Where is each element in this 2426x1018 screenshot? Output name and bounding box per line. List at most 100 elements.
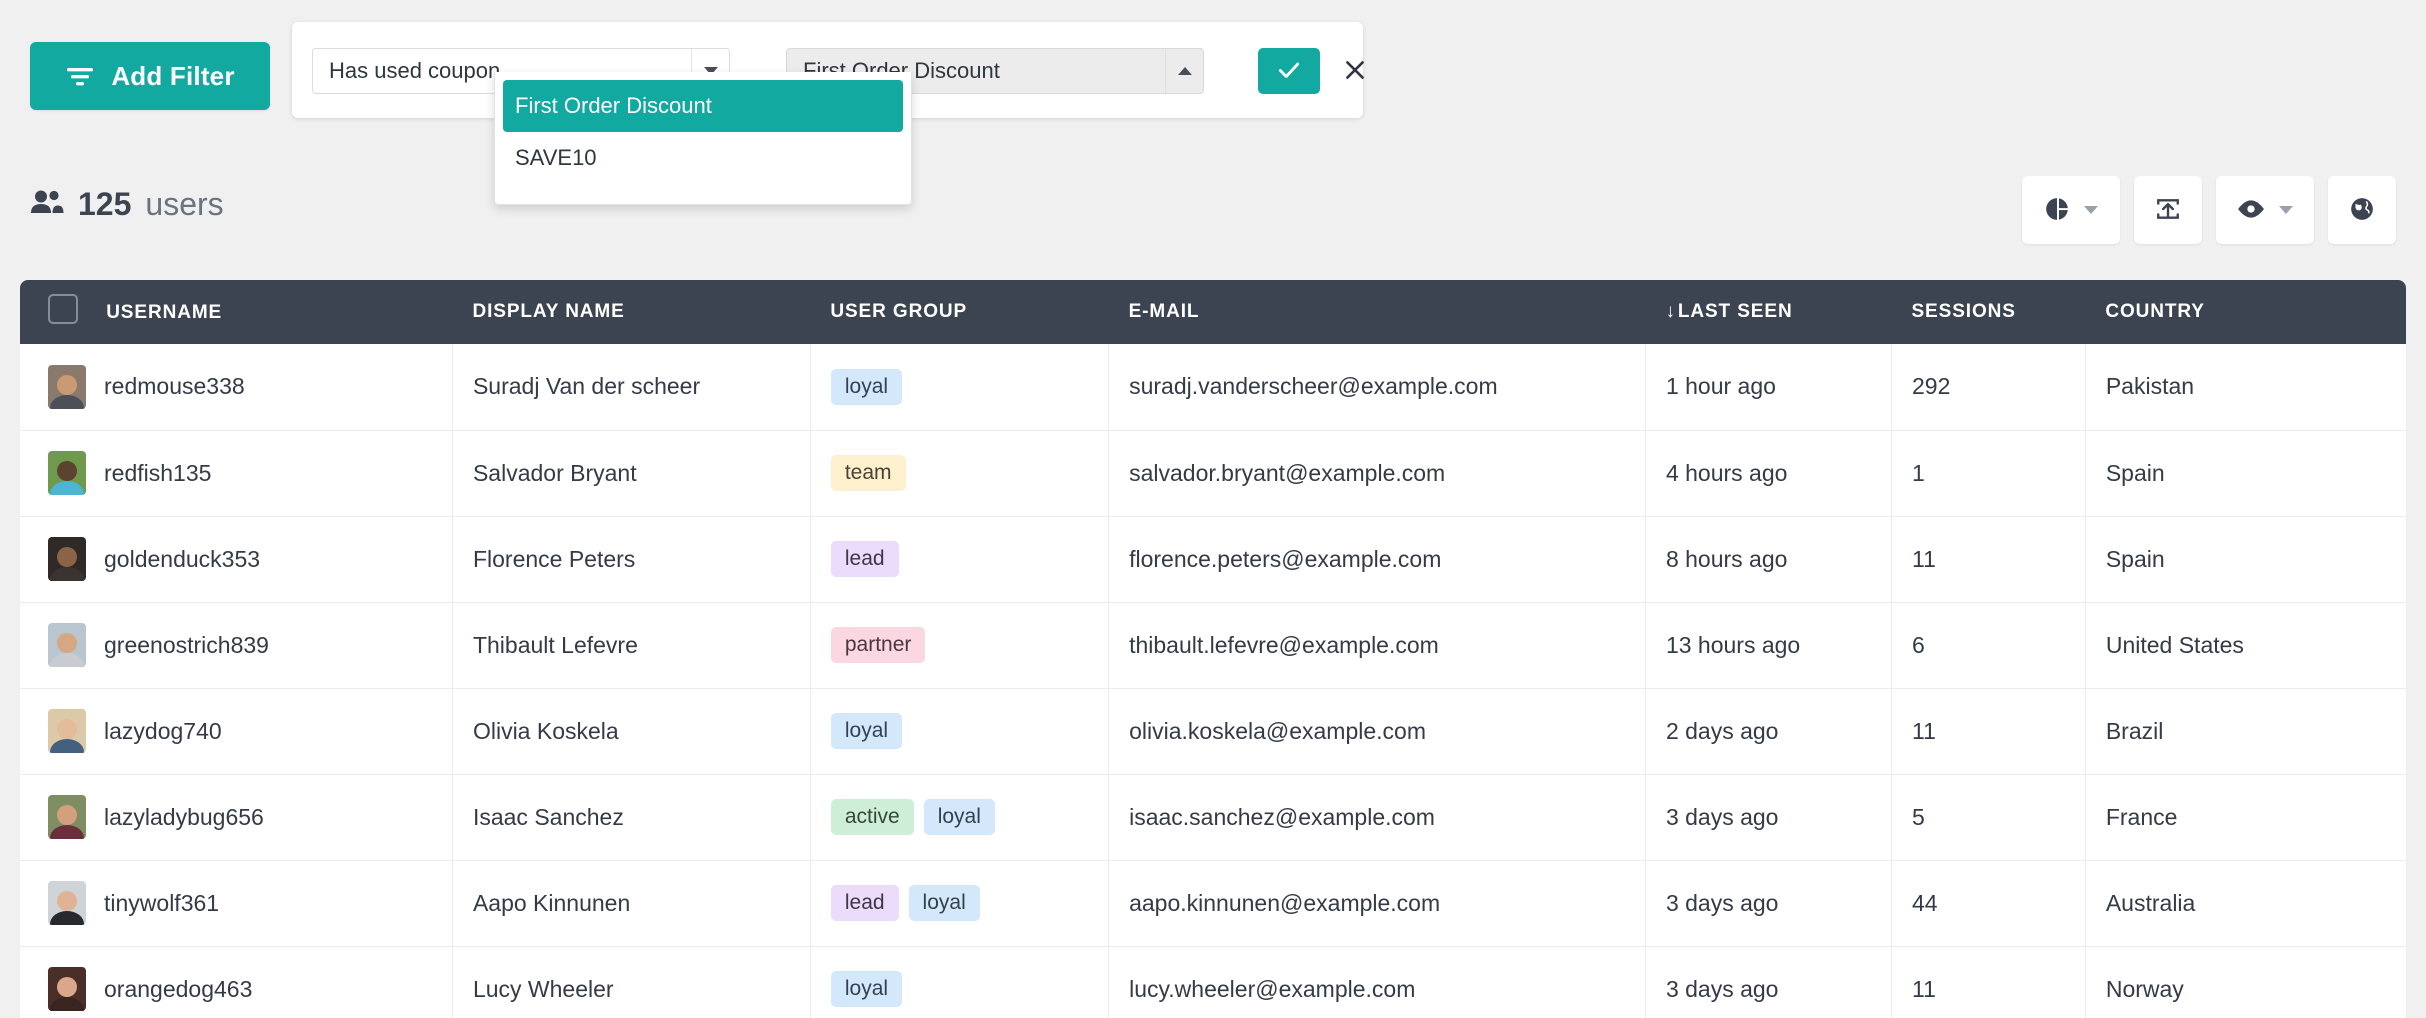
username-text: redmouse338 [104, 373, 245, 400]
cell-last-seen: 1 hour ago [1645, 344, 1892, 431]
username-text: lazydog740 [104, 717, 222, 744]
filter-value-dropdown: First Order Discount SAVE10 [494, 72, 912, 205]
chevron-down-icon [2279, 206, 2293, 214]
visibility-button[interactable] [2216, 176, 2314, 244]
user-count-noun: users [145, 186, 224, 222]
cell-country: United States [2085, 602, 2406, 689]
apply-filter-button[interactable] [1258, 48, 1320, 94]
cell-sessions: 11 [1891, 946, 2086, 1018]
cell-username: greenostrich839 [20, 602, 453, 689]
column-header-last-seen[interactable]: ↓ LAST SEEN [1645, 280, 1892, 344]
column-header-user-group[interactable]: USER GROUP [810, 280, 1109, 344]
avatar [48, 451, 86, 495]
cell-country: Norway [2085, 946, 2406, 1018]
table-header-row: USERNAME DISPLAY NAME USER GROUP E-MAIL … [20, 280, 2406, 344]
avatar [48, 537, 86, 581]
filter-icon [65, 64, 95, 88]
cell-country: France [2085, 774, 2406, 861]
chevron-down-icon [2084, 206, 2098, 214]
cell-email: salvador.bryant@example.com [1108, 430, 1646, 517]
table-row[interactable]: redfish135 Salvador Bryant team salvador.br… [20, 430, 2406, 517]
cell-email: lucy.wheeler@example.com [1108, 946, 1646, 1018]
avatar [48, 709, 86, 753]
table-row[interactable]: tinywolf361 Aapo Kinnunen lead loyal aapo.ki… [20, 860, 2406, 947]
select-all-checkbox[interactable] [48, 294, 78, 324]
globe-icon [2349, 196, 2375, 225]
column-header-country[interactable]: COUNTRY [2085, 280, 2406, 344]
export-button[interactable] [2134, 176, 2202, 244]
filter-option-label: SAVE10 [515, 145, 597, 170]
table-row[interactable]: lazydog740 Olivia Koskela loyal olivia.kosk… [20, 688, 2406, 775]
cell-user-group: loyal [810, 688, 1110, 775]
avatar [48, 623, 86, 667]
view-toolbar [2022, 176, 2396, 244]
cell-user-group: active loyal [810, 774, 1110, 861]
cell-user-group: loyal [810, 344, 1110, 431]
avatar [48, 881, 86, 925]
table-row[interactable]: greenostrich839 Thibault Lefevre partner th… [20, 602, 2406, 689]
filter-bar: Add Filter Has used coupon First Order D… [0, 0, 2426, 205]
table-row[interactable]: redmouse338 Suradj Van der scheer loyal sur… [20, 344, 2406, 431]
cell-username: lazydog740 [20, 688, 453, 775]
users-icon [30, 189, 64, 220]
cell-display-name: Thibault Lefevre [452, 602, 811, 689]
user-group-badge: loyal [830, 368, 903, 405]
user-group-badge: loyal [923, 798, 995, 836]
username-text: orangedog463 [104, 975, 253, 1002]
cell-username: tinywolf361 [20, 860, 453, 947]
column-header-email[interactable]: E-MAIL [1108, 280, 1646, 344]
cell-country: Spain [2085, 516, 2406, 603]
user-group-badge: lead [830, 540, 899, 578]
user-group-badge: active [830, 798, 914, 836]
remove-filter-button[interactable] [1332, 48, 1378, 94]
table-row[interactable]: orangedog463 Lucy Wheeler loyal lucy.wheele… [20, 946, 2406, 1018]
cell-display-name: Salvador Bryant [452, 430, 811, 517]
column-header-username[interactable]: USERNAME [20, 280, 453, 344]
column-header-sessions[interactable]: SESSIONS [1891, 280, 2086, 344]
cell-display-name: Aapo Kinnunen [452, 860, 811, 947]
filter-option-first-order-discount[interactable]: First Order Discount [503, 80, 903, 132]
cell-country: Spain [2085, 430, 2406, 517]
pie-chart-icon [2044, 196, 2070, 225]
cell-sessions: 11 [1891, 688, 2086, 775]
table-row[interactable]: lazyladybug656 Isaac Sanchez active loyal is… [20, 774, 2406, 861]
user-count-number: 125 [78, 186, 132, 222]
export-icon [2155, 196, 2181, 225]
sort-descending-icon: ↓ [1665, 301, 1676, 322]
cell-email: florence.peters@example.com [1108, 516, 1646, 603]
close-icon [1342, 57, 1368, 86]
cell-sessions: 292 [1891, 344, 2086, 431]
table-header: USERNAME DISPLAY NAME USER GROUP E-MAIL … [20, 280, 2406, 344]
cell-display-name: Olivia Koskela [452, 688, 811, 775]
add-filter-button[interactable]: Add Filter [30, 42, 270, 110]
avatar [48, 967, 86, 1011]
cell-user-group: loyal [810, 946, 1110, 1018]
column-header-display-name[interactable]: DISPLAY NAME [452, 280, 811, 344]
username-text: lazyladybug656 [104, 803, 264, 830]
table-row[interactable]: goldenduck353 Florence Peters lead florence… [20, 516, 2406, 603]
cell-username: goldenduck353 [20, 516, 453, 603]
username-text: tinywolf361 [104, 889, 220, 916]
cell-user-group: partner [810, 602, 1110, 689]
username-text: goldenduck353 [104, 545, 261, 572]
globe-button[interactable] [2328, 176, 2396, 244]
cell-country: Australia [2085, 860, 2406, 947]
cell-last-seen: 2 days ago [1645, 688, 1892, 775]
cell-last-seen: 13 hours ago [1645, 602, 1892, 689]
cell-email: thibault.lefevre@example.com [1108, 602, 1646, 689]
table-body: redmouse338 Suradj Van der scheer loyal sur… [20, 344, 2406, 1018]
eye-icon [2237, 199, 2265, 222]
cell-sessions: 6 [1891, 602, 2086, 689]
cell-user-group: lead loyal [810, 860, 1110, 947]
cell-username: redmouse338 [20, 344, 453, 431]
filter-option-save10[interactable]: SAVE10 [503, 132, 903, 184]
filter-value-dropdown-toggle[interactable] [1165, 49, 1203, 93]
chart-button[interactable] [2022, 176, 2120, 244]
cell-last-seen: 4 hours ago [1645, 430, 1892, 517]
user-group-badge: lead [830, 884, 899, 922]
user-group-badge: loyal [830, 970, 903, 1008]
avatar [48, 364, 86, 409]
user-group-badge: team [830, 454, 906, 492]
cell-country: Brazil [2085, 688, 2406, 775]
cell-display-name: Isaac Sanchez [452, 774, 811, 861]
